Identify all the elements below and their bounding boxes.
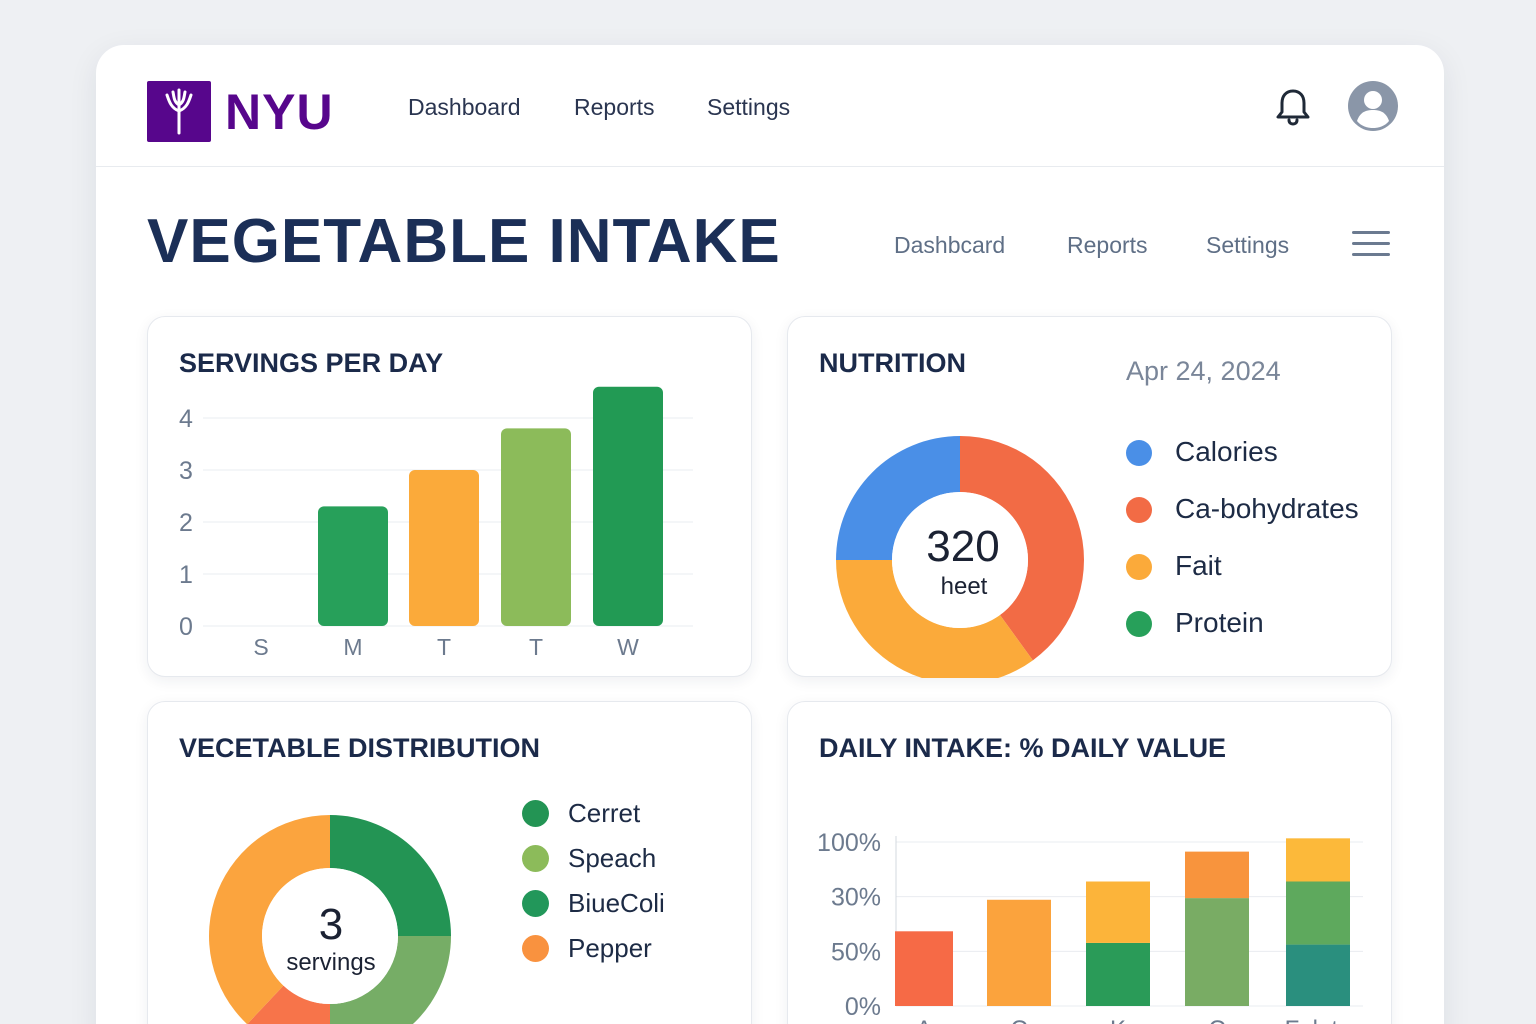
daily-intake-bar-chart: 0% 50% 30% 100% A C K C Folate <box>817 829 1363 1024</box>
bar <box>318 506 388 626</box>
bar-segment <box>1286 944 1350 1006</box>
menu-icon[interactable] <box>1352 231 1390 257</box>
date-label: Apr 24, 2024 <box>1126 356 1281 386</box>
y-tick-label: 0% <box>845 993 881 1021</box>
y-tick-label: 100% <box>817 829 881 857</box>
y-tick-label: 50% <box>831 938 881 966</box>
page-title: VEGETABLE INTAKE <box>147 207 781 276</box>
distribution-donut-chart: 3servings <box>209 815 451 1024</box>
bar-segment <box>987 899 1051 1006</box>
x-tick-label: C <box>1208 1016 1225 1024</box>
donut-center-value: 3 <box>319 900 343 949</box>
y-tick-label: 2 <box>179 509 193 537</box>
subnav-settings[interactable]: Settings <box>1206 231 1289 259</box>
subnav-reports[interactable]: Reports <box>1067 231 1148 259</box>
y-tick-label: 3 <box>179 457 193 485</box>
bar-segment <box>1286 881 1350 945</box>
bar-segment <box>895 931 953 1006</box>
nav-dashboard[interactable]: Dashboard <box>408 93 521 121</box>
legend-label: Calories <box>1175 436 1278 467</box>
x-tick-label: S <box>253 634 268 660</box>
bar-segment <box>1086 881 1150 943</box>
legend-label: Cerret <box>568 798 641 828</box>
logo-wordmark[interactable]: NYU <box>225 82 334 142</box>
bell-icon[interactable] <box>1275 87 1311 127</box>
x-tick-label: T <box>529 634 543 660</box>
bar-segment <box>1286 838 1350 882</box>
bar-segment <box>1086 942 1150 1006</box>
legend-label: Pepper <box>568 933 652 963</box>
legend-label: Ca-bohydrates <box>1175 493 1359 524</box>
x-tick-label: Folate <box>1285 1016 1352 1024</box>
x-tick-label: K <box>1110 1016 1126 1024</box>
y-tick-label: 1 <box>179 561 193 589</box>
distribution-card: VECETABLE DISTRIBUTION 3 servings Cerret … <box>147 701 752 1024</box>
y-tick-label: 0 <box>179 613 193 641</box>
bar <box>409 470 479 626</box>
top-navbar: NYU Dashboard Reports Settings <box>96 45 1444 167</box>
legend-dot <box>522 845 549 872</box>
nutrition-donut-chart: 320heet <box>836 436 1084 678</box>
y-tick-label: 30% <box>831 884 881 912</box>
bar <box>593 386 663 626</box>
bar-segment <box>1185 851 1249 899</box>
x-tick-label: C <box>1010 1016 1027 1024</box>
x-tick-label: T <box>437 634 451 660</box>
legend-dot <box>1126 497 1152 523</box>
legend-dot <box>522 890 549 917</box>
legend-dot <box>522 935 549 962</box>
donut-center-label: heet <box>941 573 988 600</box>
servings-bar-chart: 0 1 2 3 4 S M T T W <box>179 386 693 660</box>
legend-dot <box>1126 611 1152 637</box>
x-tick-label: M <box>343 634 362 660</box>
daily-intake-card: DAILY INTAKE: % DAILY VALUE 0% 50% 30% 100%… <box>787 701 1392 1024</box>
legend-dot <box>1126 440 1152 466</box>
legend-dot <box>522 800 549 827</box>
bar-segment <box>1185 898 1249 1006</box>
user-avatar-icon[interactable] <box>1348 81 1398 131</box>
donut-center-value: 320 <box>926 522 999 571</box>
app-window: NYU Dashboard Reports Settings VEGETABLE… <box>96 45 1444 1024</box>
nyu-torch-logo-icon[interactable] <box>147 81 211 142</box>
legend-label: Fait <box>1175 550 1222 581</box>
nutrition-card: NUTRITION Apr 24, 2024 320 heet Calories … <box>787 316 1392 678</box>
nav-settings[interactable]: Settings <box>707 93 790 121</box>
nav-reports[interactable]: Reports <box>574 93 655 121</box>
x-tick-label: W <box>617 634 639 660</box>
torch-icon <box>165 88 193 135</box>
legend-label: BiueColi <box>568 888 665 918</box>
y-tick-label: 4 <box>179 405 193 433</box>
donut-center-label: servings <box>286 949 375 976</box>
subnav-dashboard[interactable]: Dashbcard <box>894 231 1005 259</box>
x-tick-label: A <box>916 1016 932 1024</box>
legend-label: Speach <box>568 843 657 873</box>
bar <box>501 428 571 626</box>
servings-card: SERVINGS PER DAY 01234SMTTW <box>147 316 752 677</box>
legend-dot <box>1126 554 1152 580</box>
legend-label: Protein <box>1175 607 1264 638</box>
